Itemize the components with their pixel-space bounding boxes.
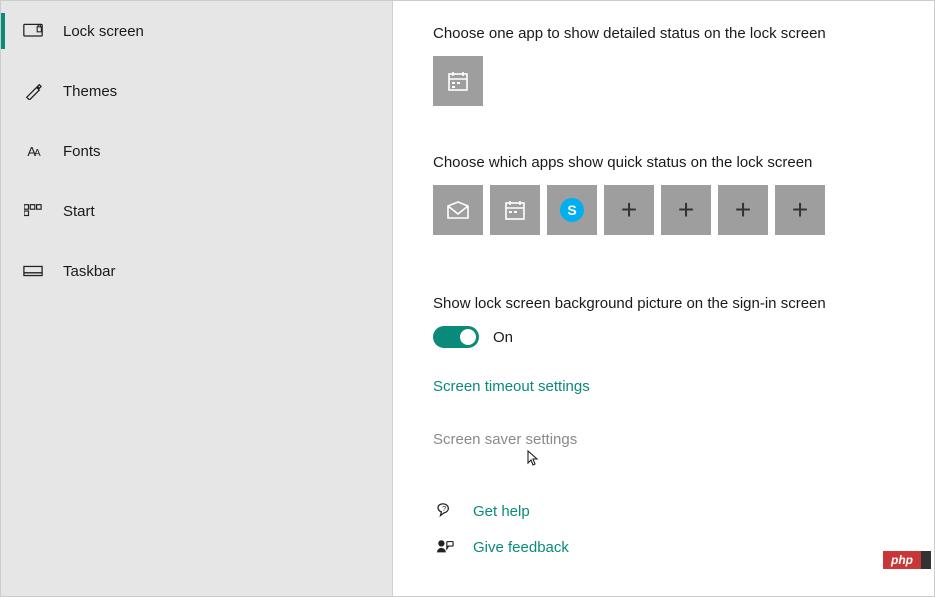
sidebar-item-fonts[interactable]: AA Fonts	[1, 127, 392, 175]
screen-saver-link[interactable]: Screen saver settings	[433, 431, 904, 448]
quick-status-tile-add[interactable]: +	[775, 185, 825, 235]
fonts-icon: AA	[21, 144, 45, 159]
skype-icon: S	[560, 198, 584, 222]
taskbar-icon	[21, 265, 45, 277]
calendar-icon	[446, 69, 470, 93]
quick-status-label: Choose which apps show quick status on t…	[433, 154, 904, 171]
screen-timeout-link[interactable]: Screen timeout settings	[433, 378, 904, 395]
plus-icon: +	[792, 196, 808, 224]
sidebar-item-label: Start	[63, 203, 95, 220]
feedback-row[interactable]: Give feedback	[433, 538, 904, 556]
quick-status-tile-skype[interactable]: S	[547, 185, 597, 235]
get-help-link[interactable]: Get help	[473, 503, 530, 520]
svg-text:?: ?	[442, 504, 446, 513]
start-icon	[21, 204, 45, 218]
themes-icon	[21, 82, 45, 100]
sidebar-item-label: Taskbar	[63, 263, 116, 280]
content-area: Choose one app to show detailed status o…	[393, 1, 934, 596]
sidebar-item-label: Lock screen	[63, 23, 144, 40]
detailed-status-app-tile[interactable]	[433, 56, 483, 106]
plus-icon: +	[735, 196, 751, 224]
cursor-icon	[523, 449, 539, 474]
sidebar-item-themes[interactable]: Themes	[1, 67, 392, 115]
lock-screen-icon	[21, 23, 45, 39]
sidebar: Lock screen Themes AA Fonts Start Taskba…	[1, 1, 393, 596]
watermark-stripe	[921, 551, 931, 569]
quick-status-tile-add[interactable]: +	[604, 185, 654, 235]
signin-bg-toggle[interactable]	[433, 326, 479, 348]
sidebar-item-label: Fonts	[63, 143, 101, 160]
help-icon: ?	[433, 502, 457, 520]
quick-status-tile-calendar[interactable]	[490, 185, 540, 235]
signin-bg-state: On	[493, 329, 513, 346]
feedback-icon	[433, 538, 457, 556]
quick-status-row: S + + + +	[433, 185, 904, 235]
quick-status-tile-add[interactable]: +	[661, 185, 711, 235]
quick-status-tile-add[interactable]: +	[718, 185, 768, 235]
plus-icon: +	[621, 196, 637, 224]
mail-icon	[446, 200, 470, 220]
detailed-status-row	[433, 56, 904, 106]
sidebar-item-label: Themes	[63, 83, 117, 100]
sidebar-item-taskbar[interactable]: Taskbar	[1, 247, 392, 295]
sidebar-item-lock-screen[interactable]: Lock screen	[1, 7, 392, 55]
feedback-link[interactable]: Give feedback	[473, 539, 569, 556]
calendar-icon	[503, 198, 527, 222]
quick-status-tile-mail[interactable]	[433, 185, 483, 235]
get-help-row[interactable]: ? Get help	[433, 502, 904, 520]
sidebar-item-start[interactable]: Start	[1, 187, 392, 235]
detailed-status-label: Choose one app to show detailed status o…	[433, 25, 904, 42]
watermark-badge: php	[883, 551, 921, 569]
signin-bg-label: Show lock screen background picture on t…	[433, 295, 904, 312]
plus-icon: +	[678, 196, 694, 224]
